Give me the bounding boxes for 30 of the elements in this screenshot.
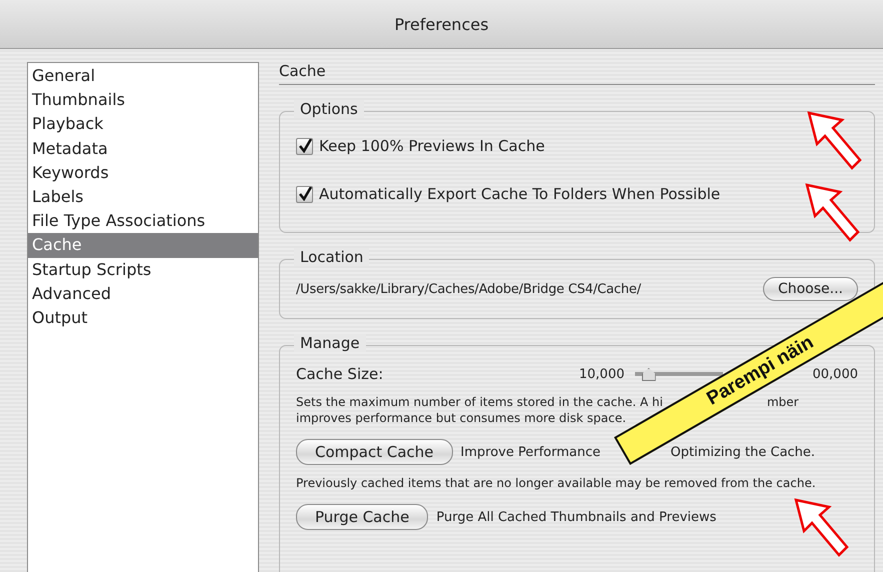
cache-size-label: Cache Size: bbox=[296, 365, 384, 383]
checkbox[interactable] bbox=[296, 186, 313, 202]
sidebar-item[interactable]: Cache bbox=[28, 233, 258, 258]
purge-cache-button[interactable]: Purge Cache bbox=[296, 504, 428, 530]
choose-button[interactable]: Choose... bbox=[762, 277, 858, 301]
sidebar-item[interactable]: Keywords bbox=[28, 160, 258, 185]
section-title: Cache bbox=[279, 62, 875, 85]
sidebar-item[interactable]: Output bbox=[28, 306, 258, 330]
compact-cache-button[interactable]: Compact Cache bbox=[296, 439, 453, 465]
sidebar-item[interactable]: Thumbnails bbox=[28, 88, 258, 112]
sidebar-item[interactable]: Metadata bbox=[28, 136, 258, 161]
checkbox-label: Keep 100% Previews In Cache bbox=[319, 137, 545, 155]
group-title: Options bbox=[294, 100, 364, 118]
window-title: Preferences bbox=[394, 14, 489, 34]
sidebar-item[interactable]: Labels bbox=[28, 184, 258, 210]
button-description: Optimizing the Cache. bbox=[670, 444, 816, 460]
checkbox[interactable] bbox=[296, 138, 313, 154]
sidebar-item[interactable]: Playback bbox=[28, 112, 258, 137]
sidebar-item[interactable]: Advanced bbox=[28, 282, 258, 306]
slider-max-label: 00,000 bbox=[812, 366, 858, 382]
compact-note: Previously cached items that are no longer available may be removed from the cache. bbox=[296, 475, 816, 491]
sidebar-item[interactable]: General bbox=[28, 64, 258, 88]
checkbox-label: Automatically Export Cache To Folders When Possible bbox=[319, 185, 720, 203]
button-description: Purge All Cached Thumbnails and Previews bbox=[436, 510, 716, 524]
group-title: Manage bbox=[294, 334, 366, 352]
slider-thumb[interactable] bbox=[642, 368, 656, 381]
button-description: Improve Performance bbox=[460, 444, 600, 460]
sidebar-item[interactable]: Startup Scripts bbox=[28, 258, 258, 282]
group-title: Location bbox=[294, 248, 370, 266]
sidebar-item[interactable]: File Type Associations bbox=[28, 209, 258, 234]
